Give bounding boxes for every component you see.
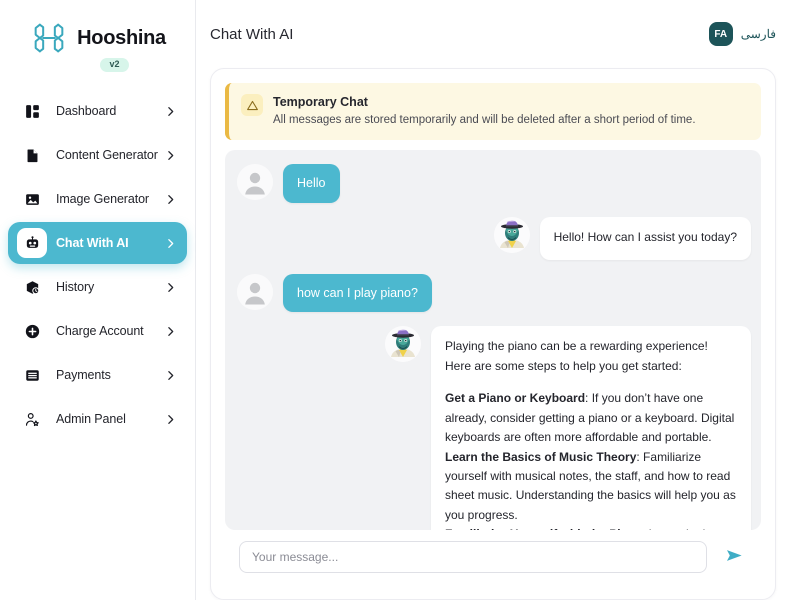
messages-list[interactable]: Hello Hello! How can I assist you today?… [225,150,761,530]
image-icon [22,189,42,209]
main-content: Chat With AI FA فارسی Temporary Chat All… [196,0,800,600]
brand-name: Hooshina [77,26,166,49]
chevron-right-icon [164,193,177,206]
brand[interactable]: Hooshina [0,8,195,60]
sidebar-item-dashboard[interactable]: Dashboard [8,90,187,132]
message-bubble: how can I play piano? [283,273,432,313]
version-badge: v2 [100,58,129,72]
chevron-right-icon [164,105,177,118]
notice-body: Temporary Chat All messages are stored t… [273,93,696,129]
sidebar-item-label: Dashboard [56,104,117,118]
sidebar-item-admin-panel[interactable]: Admin Panel [8,398,187,440]
chevron-right-icon [164,281,177,294]
topbar: Chat With AI FA فارسی [196,0,800,68]
send-arrow-icon [725,546,744,568]
payments-icon [22,365,42,385]
chat-panel: Temporary Chat All messages are stored t… [210,68,776,600]
message-row-ai: Playing the piano can be a rewarding exp… [237,326,751,530]
reply-step-title: Get a Piano or Keyboard [445,391,586,406]
sidebar-item-history[interactable]: History [8,266,187,308]
composer [225,530,761,585]
sidebar-nav: Dashboard Content Generator Image Genera… [0,90,195,440]
message-bubble-long: Playing the piano can be a rewarding exp… [431,326,751,530]
message-row-ai: Hello! How can I assist you today? [237,217,751,260]
reply-step: Learn the Basics of Music Theory: Famili… [445,448,737,526]
chevron-right-icon [164,413,177,426]
reply-intro: Playing the piano can be a rewarding exp… [445,339,708,373]
ai-character-avatar-icon [493,217,530,254]
sidebar-item-label: Content Generator [56,148,158,162]
dashboard-icon [22,101,42,121]
chevron-right-icon [164,237,177,250]
sidebar-item-label: Admin Panel [56,412,126,426]
message-bubble: Hello [283,164,340,204]
user-avatar-icon [237,164,273,201]
sidebar-item-label: Chat With AI [56,236,129,250]
page-title: Chat With AI [210,25,294,43]
warning-triangle-icon [241,94,263,116]
user-avatar-icon [237,273,273,310]
history-icon [22,277,42,297]
reply-step-title: Learn the Basics of Music Theory [445,449,637,464]
chevron-right-icon [164,369,177,382]
message-row-user: Hello [237,164,751,204]
sidebar-item-charge-account[interactable]: Charge Account [8,310,187,352]
sidebar-item-image-generator[interactable]: Image Generator [8,178,187,220]
plus-circle-icon [22,321,42,341]
language-label[interactable]: فارسی [741,27,776,41]
message-input[interactable] [239,541,707,573]
send-button[interactable] [721,544,747,570]
temporary-chat-notice: Temporary Chat All messages are stored t… [225,83,761,141]
sidebar-item-label: Payments [56,368,111,382]
message-text: Hello! How can I assist you today? [553,230,737,245]
sidebar-item-label: Image Generator [56,192,149,206]
sidebar-item-chat-with-ai[interactable]: Chat With AI [8,222,187,264]
notice-title: Temporary Chat [273,95,368,109]
robot-icon [17,228,47,258]
sidebar: Hooshina v2 Dashboard Content Generator … [0,0,196,600]
message-row-user: how can I play piano? [237,273,751,313]
document-icon [22,145,42,165]
sidebar-item-label: Charge Account [56,324,144,338]
brand-badge-row: v2 [0,58,195,72]
ai-character-avatar-icon [385,326,421,363]
admin-user-icon [22,409,42,429]
language-avatar[interactable]: FA [708,22,733,46]
notice-text: All messages are stored temporarily and … [273,114,696,127]
sidebar-item-payments[interactable]: Payments [8,354,187,396]
app-root: Hooshina v2 Dashboard Content Generator … [0,0,800,600]
reply-step: Get a Piano or Keyboard: If you don’t ha… [445,389,737,447]
sidebar-item-label: History [56,280,95,294]
chevron-right-icon [164,325,177,338]
hooshina-logo-icon [29,18,69,58]
sidebar-item-content-generator[interactable]: Content Generator [8,134,187,176]
chevron-right-icon [164,149,177,162]
message-bubble: Hello! How can I assist you today? [539,217,751,260]
language-switcher[interactable]: FA فارسی [708,22,776,46]
